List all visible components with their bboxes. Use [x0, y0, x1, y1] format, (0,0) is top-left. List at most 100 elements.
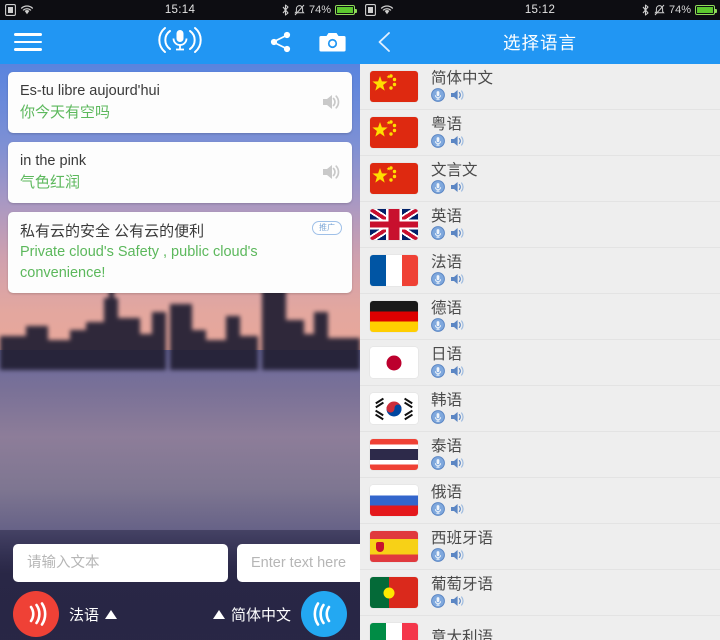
- language-action-icons: [431, 364, 466, 379]
- speaker-icon[interactable]: [450, 134, 466, 148]
- text-input-row: [0, 530, 360, 582]
- speaker-icon[interactable]: [450, 410, 466, 424]
- speaker-icon[interactable]: [450, 226, 466, 240]
- language-meta: 文言文: [431, 161, 478, 195]
- flag-th: [370, 439, 418, 470]
- status-bar-right: 15:12 74%: [360, 0, 720, 20]
- language-row[interactable]: 英语: [360, 202, 720, 248]
- battery-charging-icon: [695, 5, 717, 15]
- speaker-icon[interactable]: [319, 91, 341, 113]
- sound-wave-record-icon: [313, 602, 331, 626]
- flag-fr: [370, 255, 418, 286]
- speaker-icon[interactable]: [450, 502, 466, 516]
- mic-badge-icon[interactable]: [431, 318, 445, 333]
- search-input-right[interactable]: [237, 544, 360, 582]
- share-icon[interactable]: [269, 31, 293, 53]
- search-input-left[interactable]: [13, 544, 228, 582]
- language-row[interactable]: 德语: [360, 294, 720, 340]
- language-action-icons: [431, 548, 493, 563]
- hamburger-menu-icon[interactable]: [14, 28, 42, 56]
- language-meta: 法语: [431, 253, 466, 287]
- language-name: 法语: [431, 253, 463, 271]
- mic-badge-icon[interactable]: [431, 134, 445, 149]
- mic-badge-icon[interactable]: [431, 456, 445, 471]
- mic-badge-icon[interactable]: [431, 272, 445, 287]
- language-action-icons: [431, 318, 466, 333]
- language-row[interactable]: 西班牙语: [360, 524, 720, 570]
- language-row[interactable]: 文言文: [360, 156, 720, 202]
- mic-badge-icon[interactable]: [431, 594, 445, 609]
- card-source-text: Es-tu libre aujourd'hui: [20, 83, 160, 99]
- language-name: 文言文: [431, 161, 478, 179]
- language-action-icons: [431, 272, 466, 287]
- app-bar-left: [0, 20, 360, 64]
- status-clock-right: 15:12: [524, 4, 556, 16]
- flag-pt: [370, 577, 418, 608]
- card-source-text: 私有云的安全 公有云的便利: [20, 222, 205, 240]
- battery-charging-icon: [335, 5, 357, 15]
- language-row[interactable]: 葡萄牙语: [360, 570, 720, 616]
- record-button-right[interactable]: [301, 591, 347, 637]
- speaker-icon[interactable]: [450, 548, 466, 562]
- language-row[interactable]: 粤语: [360, 110, 720, 156]
- language-meta: 日语: [431, 346, 466, 379]
- language-selector-right[interactable]: 简体中文: [212, 604, 291, 625]
- left-record-group: 法语: [13, 591, 118, 637]
- language-row[interactable]: 法语: [360, 248, 720, 294]
- composer-bar: 法语 简体中文: [0, 530, 360, 640]
- microphone-waves-icon[interactable]: [152, 25, 208, 60]
- language-row[interactable]: 韩语: [360, 386, 720, 432]
- language-row[interactable]: 意大利语: [360, 616, 720, 640]
- card-source-text: in the pink: [20, 152, 87, 169]
- language-list[interactable]: 简体中文粤语文言文英语法语德语日语韩语泰语俄语 西班牙语葡萄牙语意大利语: [360, 64, 720, 640]
- language-row[interactable]: 泰语: [360, 432, 720, 478]
- language-meta: 泰语: [431, 438, 466, 471]
- promoted-translation-card[interactable]: 私有云的安全 公有云的便利 Private cloud's Safety , p…: [8, 211, 352, 294]
- speaker-icon[interactable]: [450, 272, 466, 286]
- speaker-icon[interactable]: [450, 364, 466, 378]
- mic-badge-icon[interactable]: [431, 364, 445, 379]
- speaker-icon[interactable]: [450, 318, 466, 332]
- language-action-icons: [431, 456, 466, 471]
- speaker-icon[interactable]: [319, 161, 341, 183]
- language-row[interactable]: 日语: [360, 340, 720, 386]
- camera-icon[interactable]: [319, 31, 346, 53]
- mic-badge-icon[interactable]: [431, 502, 445, 517]
- language-meta: 葡萄牙语: [431, 575, 494, 609]
- language-selector-left[interactable]: 法语: [69, 604, 118, 625]
- mic-badge-icon[interactable]: [431, 226, 445, 241]
- record-button-left[interactable]: [13, 591, 59, 637]
- mic-badge-icon[interactable]: [431, 180, 445, 195]
- back-chevron-icon[interactable]: [374, 31, 396, 53]
- mic-badge-icon[interactable]: [431, 88, 445, 103]
- status-bar-left: 15:14 74%: [0, 0, 360, 20]
- speaker-icon[interactable]: [450, 594, 466, 608]
- language-action-icons: [431, 88, 493, 103]
- mic-badge-icon[interactable]: [431, 548, 445, 563]
- language-row[interactable]: 俄语: [360, 478, 720, 524]
- speaker-icon[interactable]: [450, 180, 466, 194]
- translation-card[interactable]: Es-tu libre aujourd'hui 你今天有空吗: [8, 72, 352, 133]
- language-picker-panel: 15:12 74% 选择语言 简体中文 粤语 文言文 英语 法语 德语 日语 韩语 泰语 俄语 西班…: [360, 0, 720, 640]
- language-row[interactable]: 简体中文: [360, 64, 720, 110]
- language-name: 葡萄牙语: [431, 575, 494, 593]
- card-target-text: 气色红润: [20, 173, 81, 191]
- mic-badge-icon[interactable]: [431, 410, 445, 425]
- translation-card[interactable]: in the pink 气色红润: [8, 141, 352, 203]
- language-name: 粤语: [431, 115, 463, 133]
- flag-es: [370, 531, 418, 562]
- flag-ru: [370, 485, 418, 516]
- speaker-icon[interactable]: [450, 456, 466, 470]
- language-name: 德语: [431, 299, 463, 317]
- language-meta: 德语: [431, 299, 466, 333]
- card-target-text: 你今天有空吗: [20, 104, 111, 122]
- speaker-icon[interactable]: [450, 88, 466, 102]
- triangle-up-icon: [105, 609, 118, 619]
- language-action-icons: [431, 502, 466, 517]
- language-meta: 意大利语: [431, 629, 493, 640]
- sound-wave-record-icon: [29, 602, 47, 626]
- language-meta: 英语: [431, 208, 466, 241]
- flag-it: [370, 623, 418, 640]
- translator-app-panel: 15:14 74% Es-tu libre aujourd'hui 你今天有空吗…: [0, 0, 360, 640]
- promotion-badge: 推广: [312, 220, 342, 235]
